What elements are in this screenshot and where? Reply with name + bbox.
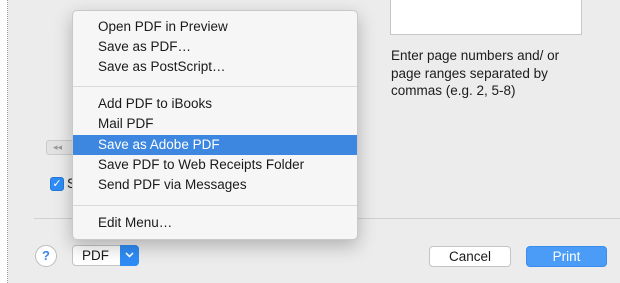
help-button[interactable]: ?: [35, 245, 57, 267]
menu-item-send-pdf-via-messages[interactable]: Send PDF via Messages: [73, 175, 357, 195]
pdf-dropdown-menu: Open PDF in Preview Save as PDF… Save as…: [72, 10, 358, 240]
print-button[interactable]: Print: [526, 246, 607, 267]
menu-item-save-pdf-to-web-receipts-folder[interactable]: Save PDF to Web Receipts Folder: [73, 155, 357, 175]
page-range-hint: Enter page numbers and/ or page ranges s…: [391, 48, 560, 98]
menu-item-edit-menu[interactable]: Edit Menu…: [73, 213, 357, 233]
menu-item-open-pdf-in-preview[interactable]: Open PDF in Preview: [73, 17, 357, 37]
pdf-menu-button[interactable]: PDF: [72, 245, 139, 266]
menu-item-save-as-pdf[interactable]: Save as PDF…: [73, 37, 357, 57]
menu-item-mail-pdf[interactable]: Mail PDF: [73, 114, 357, 134]
option-checkbox[interactable]: ✓: [50, 177, 64, 191]
menu-item-save-as-adobe-pdf[interactable]: Save as Adobe PDF: [73, 135, 357, 155]
menu-item-add-pdf-to-ibooks[interactable]: Add PDF to iBooks: [73, 94, 357, 114]
page-range-field[interactable]: [390, 0, 582, 35]
chevron-down-icon[interactable]: [120, 245, 139, 266]
left-window-edge: [0, 0, 8, 283]
pdf-button-label: PDF: [82, 248, 109, 263]
cancel-button[interactable]: Cancel: [429, 246, 511, 267]
menu-item-save-as-postscript[interactable]: Save as PostScript…: [73, 57, 357, 77]
rewind-arrows-icon[interactable]: ◂◂: [46, 140, 74, 155]
menu-separator: [73, 86, 357, 87]
menu-separator: [73, 205, 357, 206]
